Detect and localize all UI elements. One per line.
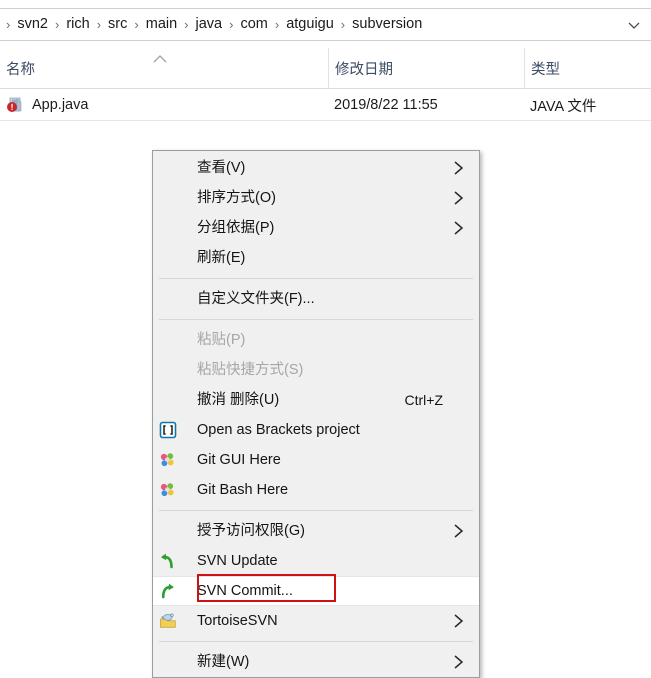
file-name-cell: App.java	[6, 90, 328, 120]
breadcrumb-item-com[interactable]: com	[237, 14, 270, 35]
tortoisesvn-icon	[153, 607, 183, 635]
file-date-cell: 2019/8/22 11:55	[334, 97, 438, 113]
git-icon	[153, 446, 183, 474]
menu-separator	[159, 510, 473, 511]
breadcrumb[interactable]: › svn2 › rich › src › main › java › com › atguigu › sub…	[0, 9, 617, 40]
menu-item-label: 排序方式(O)	[197, 189, 276, 206]
breadcrumb-item-java[interactable]: java	[193, 14, 226, 35]
menu-icon-placeholder	[153, 648, 183, 676]
chevron-right-icon	[454, 161, 464, 175]
file-type-cell: JAVA 文件	[530, 98, 597, 115]
menu-item-label: SVN Update	[197, 552, 278, 569]
menu-item-label: 授予访问权限(G)	[197, 522, 305, 539]
breadcrumb-separator: ›	[340, 17, 346, 32]
menu-item-sort-by[interactable]: 排序方式(O)	[153, 183, 479, 213]
breadcrumb-item-main[interactable]: main	[143, 14, 180, 35]
address-dropdown-button[interactable]	[617, 9, 651, 40]
menu-item-paste: 粘贴(P)	[153, 325, 479, 355]
git-icon	[153, 476, 183, 504]
context-menu[interactable]: 查看(V) 排序方式(O) 分组依据(P) 刷新(E) 自定义文件夹(F)... 粘贴(P…	[152, 150, 480, 678]
chevron-right-icon	[454, 221, 464, 235]
menu-item-tortoisesvn[interactable]: TortoiseSVN	[153, 606, 479, 636]
breadcrumb-item-atguigu[interactable]: atguigu	[283, 14, 337, 35]
column-header-date[interactable]: 修改日期	[328, 48, 524, 88]
menu-item-refresh[interactable]: 刷新(E)	[153, 243, 479, 273]
file-explorer-window: › svn2 › rich › src › main › java › com › atguigu › sub…	[0, 0, 651, 678]
chevron-right-icon	[454, 614, 464, 628]
menu-separator	[159, 278, 473, 279]
breadcrumb-separator: ›	[54, 17, 60, 32]
menu-item-undo-delete[interactable]: 撤消 删除(U) Ctrl+Z	[153, 385, 479, 415]
breadcrumb-separator: ›	[274, 17, 280, 32]
breadcrumb-item-rich[interactable]: rich	[63, 14, 92, 35]
chevron-down-icon	[628, 22, 640, 29]
address-bar[interactable]: › svn2 › rich › src › main › java › com › atguigu › sub…	[0, 8, 651, 41]
file-list-row-app-java[interactable]: App.java 2019/8/22 11:55 JAVA 文件	[0, 90, 651, 121]
breadcrumb-item-subversion[interactable]: subversion	[349, 14, 425, 35]
menu-item-label: SVN Commit...	[197, 582, 293, 599]
menu-item-label: 刷新(E)	[197, 249, 246, 266]
menu-icon-placeholder	[153, 285, 183, 313]
menu-icon-placeholder	[153, 517, 183, 545]
menu-icon-placeholder	[153, 154, 183, 182]
chevron-right-icon	[454, 655, 464, 669]
menu-item-customize[interactable]: 自定义文件夹(F)...	[153, 284, 479, 314]
svn-update-icon	[153, 547, 183, 575]
menu-item-git-bash[interactable]: Git Bash Here	[153, 475, 479, 505]
svn-commit-icon	[153, 577, 183, 605]
menu-item-label: 分组依据(P)	[197, 219, 275, 236]
column-header-type-label: 类型	[531, 61, 560, 78]
breadcrumb-separator: ›	[96, 17, 102, 32]
java-file-icon	[6, 96, 24, 114]
menu-item-label: Open as Brackets project	[197, 421, 360, 438]
breadcrumb-separator: ›	[184, 17, 189, 32]
menu-item-label: 新建(W)	[197, 653, 250, 670]
menu-item-label: 粘贴快捷方式(S)	[197, 361, 304, 378]
menu-item-grant-access[interactable]: 授予访问权限(G)	[153, 516, 479, 546]
menu-item-view[interactable]: 查看(V)	[153, 153, 479, 183]
menu-icon-placeholder	[153, 184, 183, 212]
menu-item-brackets[interactable]: Open as Brackets project	[153, 415, 479, 445]
menu-icon-placeholder	[153, 214, 183, 242]
column-header-name-label: 名称	[6, 61, 35, 78]
menu-icon-placeholder	[153, 356, 183, 384]
menu-item-new[interactable]: 新建(W)	[153, 647, 479, 677]
menu-item-git-gui[interactable]: Git GUI Here	[153, 445, 479, 475]
menu-item-label: 粘贴(P)	[197, 331, 246, 348]
menu-icon-placeholder	[153, 244, 183, 272]
brackets-icon	[153, 416, 183, 444]
breadcrumb-item-src[interactable]: src	[105, 14, 130, 35]
breadcrumb-separator: ›	[134, 17, 139, 32]
breadcrumb-item-svn2[interactable]: svn2	[14, 14, 51, 35]
menu-icon-placeholder	[153, 386, 183, 414]
menu-separator	[159, 319, 473, 320]
menu-item-label: Git Bash Here	[197, 481, 289, 498]
breadcrumb-separator: ›	[6, 17, 11, 32]
file-name-label: App.java	[32, 97, 89, 113]
menu-item-group-by[interactable]: 分组依据(P)	[153, 213, 479, 243]
chevron-right-icon	[454, 524, 464, 538]
column-header-type[interactable]: 类型	[524, 48, 651, 88]
menu-item-label: TortoiseSVN	[197, 612, 278, 629]
breadcrumb-separator: ›	[229, 17, 234, 32]
menu-item-paste-shortcut: 粘贴快捷方式(S)	[153, 355, 479, 385]
sort-ascending-icon	[153, 55, 167, 63]
column-header-date-label: 修改日期	[335, 61, 393, 78]
menu-item-svn-update[interactable]: SVN Update	[153, 546, 479, 576]
menu-icon-placeholder	[153, 326, 183, 354]
menu-item-label: 撤消 删除(U)	[197, 391, 280, 408]
menu-item-label: 自定义文件夹(F)...	[197, 290, 315, 307]
menu-item-label: 查看(V)	[197, 159, 246, 176]
chevron-right-icon	[454, 191, 464, 205]
menu-item-shortcut: Ctrl+Z	[404, 392, 444, 408]
column-header-row: 名称 修改日期 类型	[0, 48, 651, 89]
menu-separator	[159, 641, 473, 642]
menu-item-svn-commit[interactable]: SVN Commit...	[153, 574, 479, 606]
menu-item-label: Git GUI Here	[197, 451, 281, 468]
